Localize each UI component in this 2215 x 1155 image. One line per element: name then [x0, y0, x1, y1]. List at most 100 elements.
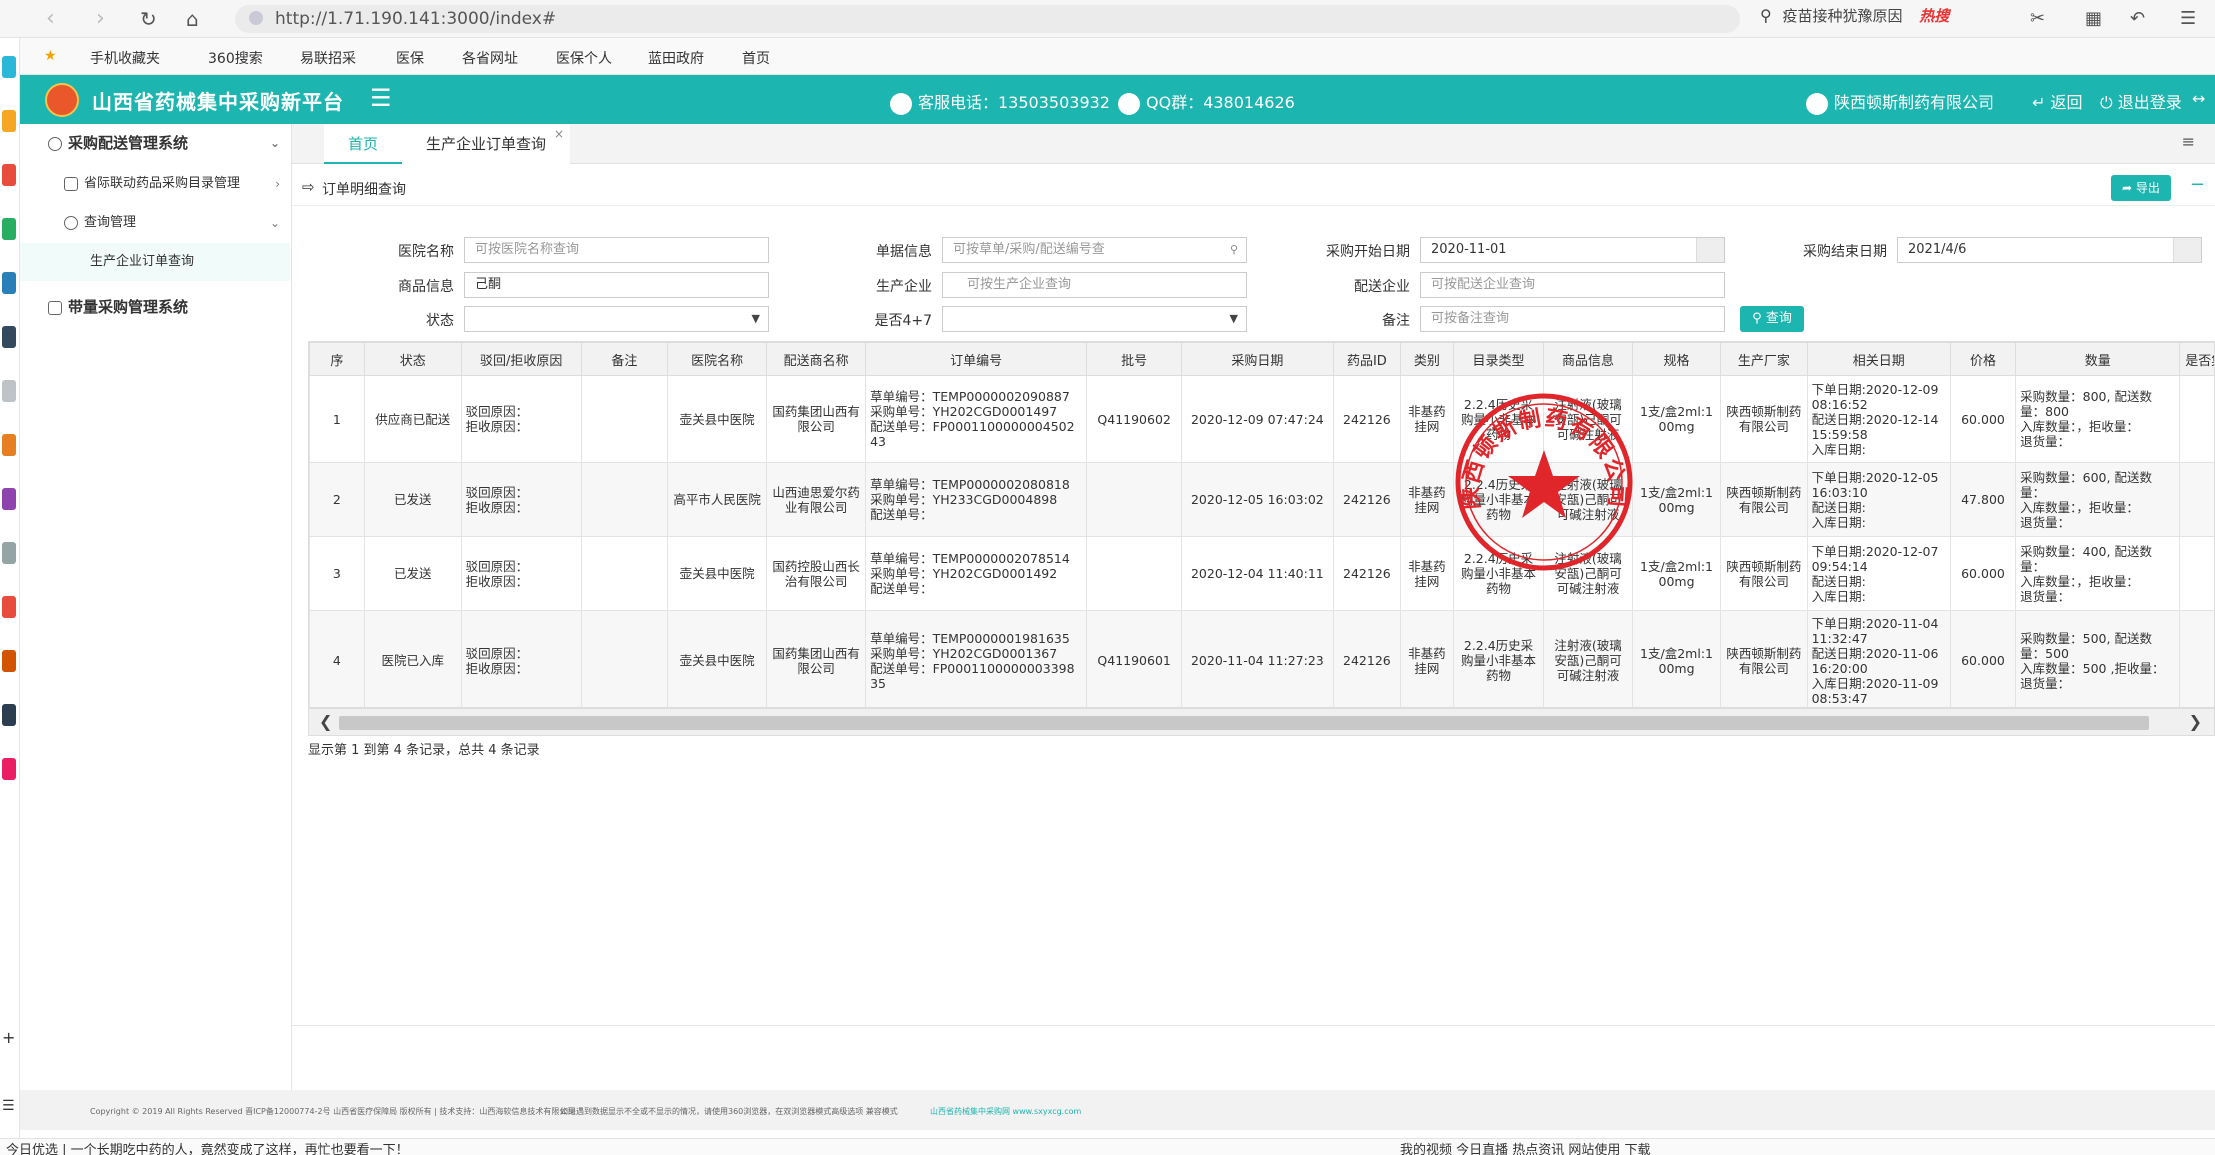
scroll-right-icon[interactable]: ❯ [2189, 712, 2202, 731]
bookmark-item[interactable]: 各省网址 [462, 48, 518, 68]
undo-icon[interactable]: ↶ [2130, 6, 2145, 32]
status-right[interactable]: 我的视频 今日直播 热点资讯 网站使用 下载 [1400, 1139, 1651, 1155]
app-icon[interactable] [2, 380, 16, 402]
sidebar-item-catalog[interactable]: 省际联动药品采购目录管理 › [20, 165, 292, 203]
bookmark-item[interactable]: 易联招采 [300, 48, 356, 68]
export-label: 导出 [2135, 181, 2160, 195]
cut-icon[interactable]: ✂ [2030, 6, 2045, 32]
sidebar-item-order-query[interactable]: 生产企业订单查询 [20, 243, 290, 281]
calendar-icon[interactable] [2173, 238, 2201, 262]
browser-search[interactable]: ⚲ 疫苗接种犹豫原因 热搜 [1760, 5, 2060, 33]
qq-icon [1118, 92, 1140, 115]
column-header[interactable]: 批号 [1086, 342, 1183, 376]
bookmark-item[interactable]: 医保 [396, 48, 424, 68]
collapse-icon[interactable]: − [2190, 174, 2205, 195]
star-icon[interactable]: ★ [44, 48, 57, 64]
grid-icon[interactable]: ▦ [2085, 6, 2102, 32]
menu-icon[interactable]: ☰ [2, 1098, 15, 1114]
app-icon[interactable] [2, 218, 16, 240]
tab-menu-icon[interactable]: ≡ [2182, 132, 2195, 151]
remark-input[interactable]: 可按备注查询 [1420, 306, 1725, 332]
column-header[interactable]: 订单编号 [865, 342, 1088, 376]
status-select[interactable]: ▼ [464, 306, 769, 332]
distributor-input[interactable]: 可按配送企业查询 [1420, 272, 1725, 298]
user-icon [48, 136, 62, 151]
menu-icon[interactable]: ☰ [2180, 6, 2196, 32]
tab-home[interactable]: 首页 [324, 124, 403, 164]
app-icon[interactable] [2, 650, 16, 672]
bookmark-item[interactable]: 首页 [742, 48, 770, 68]
export-button[interactable]: ➦ 导出 [2111, 175, 2171, 201]
horizontal-scrollbar[interactable]: ❮ ❯ [308, 708, 2215, 736]
status-left[interactable]: 今日优选 | 一个长期吃中药的人，竟然变成了这样，再忙也要看一下！ [6, 1139, 409, 1155]
footer-link[interactable]: 山西省药械集中采购网 www.sxyxcg.com [930, 1106, 1081, 1117]
expand-icon[interactable]: ↔ [2192, 89, 2205, 108]
back-button[interactable]: ↵ 返回 [2032, 89, 2083, 113]
column-header[interactable]: 驳回/拒收原因 [460, 342, 582, 376]
column-header[interactable]: 备注 [580, 342, 669, 376]
query-button[interactable]: ⚲ 查询 [1740, 306, 1804, 332]
app-icon[interactable] [2, 596, 16, 618]
column-header[interactable]: 相关日期 [1806, 342, 1951, 376]
scroll-thumb[interactable] [339, 716, 2149, 730]
doc-input[interactable]: 可按草单/采购/配送编号查 ⚲ [942, 237, 1247, 263]
column-header[interactable]: 规格 [1631, 342, 1722, 376]
start-date-input[interactable]: 2020-11-01 [1420, 237, 1725, 263]
app-icon[interactable] [2, 758, 16, 780]
app-icon[interactable] [2, 434, 16, 456]
column-header[interactable]: 药品ID [1332, 342, 1402, 376]
column-header[interactable]: 价格 [1949, 342, 2017, 376]
close-icon[interactable]: × [554, 114, 564, 154]
sidebar-item-procurement[interactable]: 采购配送管理系统 ⌄ [20, 124, 292, 162]
column-header[interactable]: 生产厂家 [1720, 342, 1808, 376]
scroll-left-icon[interactable]: ❮ [319, 712, 332, 731]
company-name[interactable]: 陕西顿斯制药有限公司 [1806, 89, 1994, 115]
column-header[interactable]: 是否集中带量 [2179, 342, 2214, 376]
column-header[interactable]: 目录类型 [1452, 342, 1545, 376]
end-date-input[interactable]: 2021/4/6 [1897, 237, 2202, 263]
bookmark-item[interactable]: 蓝田政府 [648, 48, 704, 68]
column-header[interactable]: 商品信息 [1543, 342, 1633, 376]
app-icon[interactable] [2, 272, 16, 294]
cell-dates: 下单日期:2020-12-07 09:54:14 配送日期: 入库日期: [1806, 536, 1951, 611]
bookmark-item[interactable]: 医保个人 [556, 48, 612, 68]
app-icon[interactable] [2, 164, 16, 186]
forward-icon[interactable]: › [96, 6, 105, 32]
table-row[interactable]: 3 已发送 驳回原因： 拒收原因： 壶关县中医院 国药控股山西长治有限公司 草单编号：TE… [309, 536, 2214, 611]
column-header[interactable]: 序 [309, 342, 365, 376]
bookmark-item[interactable]: 360搜索 [208, 48, 263, 68]
back-icon[interactable]: ‹ [46, 6, 55, 32]
url-bar[interactable]: http://1.71.190.141:3000/index# [235, 5, 1740, 33]
column-header[interactable]: 数量 [2015, 342, 2181, 376]
app-icon[interactable] [2, 110, 16, 132]
calendar-icon[interactable] [1696, 238, 1724, 262]
app-icon[interactable] [2, 542, 16, 564]
refresh-icon[interactable]: ↻ [140, 6, 157, 32]
column-header[interactable]: 状态 [363, 342, 462, 376]
hamburger-icon[interactable]: ☰ [370, 84, 392, 112]
cell-spec: 1支/盒2ml:100mg [1631, 375, 1722, 463]
app-icon[interactable] [2, 326, 16, 348]
add-icon[interactable]: + [2, 1028, 15, 1047]
producer-input[interactable]: 可按生产企业查询 [942, 272, 1247, 298]
logout-button[interactable]: ⏻ 退出登录 [2100, 89, 2182, 113]
bookmark-item[interactable]: 手机收藏夹 [90, 48, 160, 68]
table-row[interactable]: 2 已发送 驳回原因： 拒收原因： 高平市人民医院 山西迪思爱尔药业有限公司 草单编号：T… [309, 462, 2214, 537]
sidebar-item-query[interactable]: 查询管理 ⌄ [20, 204, 292, 242]
phone-icon [890, 92, 912, 115]
app-icon[interactable] [2, 488, 16, 510]
is47-select[interactable]: ▼ [942, 306, 1247, 332]
goods-input[interactable]: 己酮 [464, 272, 769, 298]
app-icon[interactable] [2, 704, 16, 726]
sidebar-item-vbp[interactable]: 带量采购管理系统 [20, 288, 292, 326]
table-row[interactable]: 4 医院已入库 驳回原因： 拒收原因： 壶关县中医院 国药集团山西有限公司 草单编号：TE… [309, 610, 2214, 707]
column-header[interactable]: 医院名称 [667, 342, 768, 376]
app-icon[interactable] [2, 56, 16, 78]
tab-order-query[interactable]: 生产企业订单查询 × [402, 124, 571, 164]
column-header[interactable]: 类别 [1400, 342, 1454, 376]
hospital-input[interactable]: 可按医院名称查询 [464, 237, 769, 263]
table-row[interactable]: 1 供应商已配送 驳回原因： 拒收原因： 壶关县中医院 国药集团山西有限公司 草单编号：T… [309, 375, 2214, 463]
column-header[interactable]: 采购日期 [1181, 342, 1334, 376]
home-icon[interactable]: ⌂ [186, 6, 199, 32]
column-header[interactable]: 配送商名称 [766, 342, 867, 376]
